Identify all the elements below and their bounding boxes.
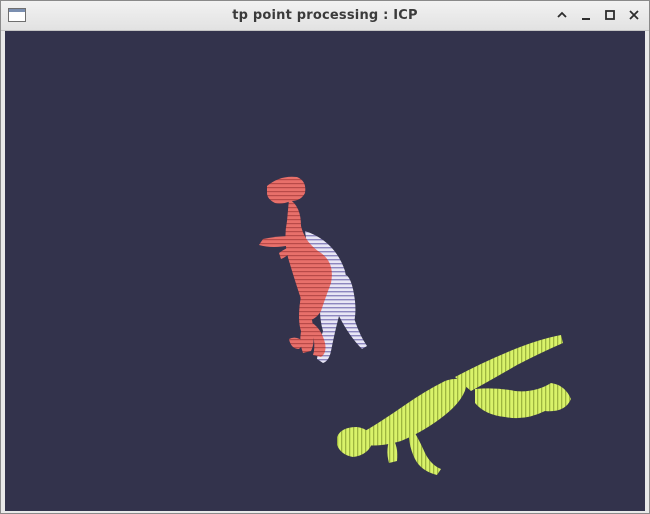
title-bar[interactable]: tp point processing : ICP — [1, 1, 649, 31]
red-dinosaur — [259, 176, 332, 357]
3d-viewport[interactable] — [5, 31, 645, 511]
close-icon[interactable] — [625, 6, 643, 24]
minimize-icon[interactable] — [577, 6, 595, 24]
window-controls — [553, 6, 643, 24]
app-window: tp point processing : ICP — [0, 0, 650, 514]
window-title: tp point processing : ICP — [232, 8, 418, 23]
chevron-up-icon[interactable] — [553, 6, 571, 24]
maximize-icon[interactable] — [601, 6, 619, 24]
green-dinosaur — [337, 335, 571, 475]
scene-canvas — [259, 176, 571, 475]
